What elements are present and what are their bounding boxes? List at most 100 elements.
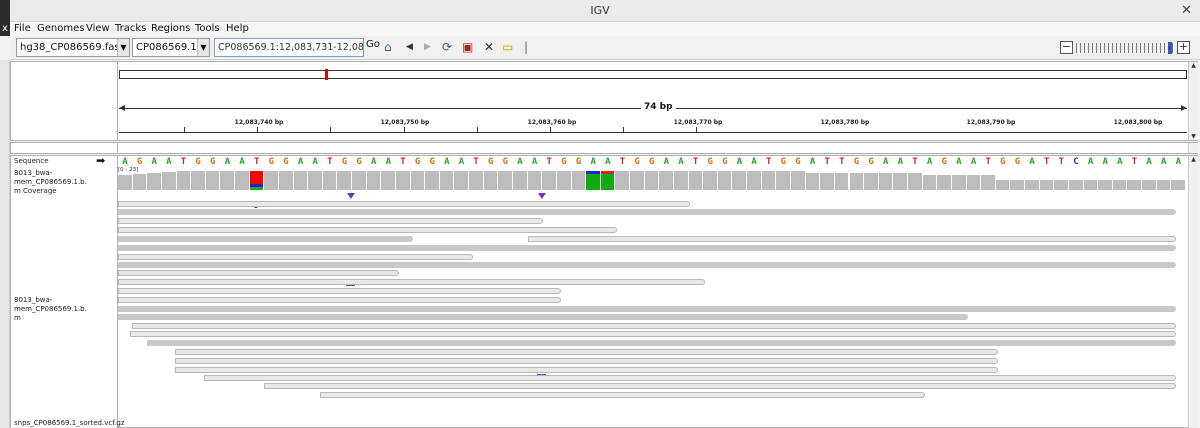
alignment-read[interactable] bbox=[118, 218, 543, 224]
coverage-bar[interactable] bbox=[337, 171, 352, 190]
menu-file[interactable]: File bbox=[14, 23, 31, 34]
coverage-bar[interactable] bbox=[981, 175, 995, 190]
coverage-bar[interactable] bbox=[1083, 180, 1098, 190]
coverage-bar[interactable] bbox=[147, 173, 161, 190]
coverage-bar[interactable] bbox=[220, 171, 235, 190]
coverage-bar[interactable] bbox=[395, 171, 410, 190]
coverage-bar[interactable] bbox=[1010, 180, 1025, 190]
vcf-track-label[interactable]: snps_CP086569.1_sorted.vcf.gz bbox=[14, 419, 125, 428]
alignment-read[interactable] bbox=[118, 227, 617, 233]
coverage-bar[interactable] bbox=[937, 175, 951, 190]
coverage-bar[interactable] bbox=[1054, 180, 1068, 190]
alignment-read[interactable] bbox=[118, 236, 413, 242]
coverage-bar[interactable] bbox=[542, 171, 556, 190]
menu-regions[interactable]: Regions bbox=[151, 23, 190, 34]
insertion-marker-icon[interactable] bbox=[538, 193, 546, 199]
coverage-bar[interactable] bbox=[1127, 180, 1142, 190]
coverage-bar[interactable] bbox=[425, 171, 439, 190]
home-icon[interactable]: ⌂ bbox=[384, 40, 392, 54]
coverage-bar[interactable] bbox=[1025, 180, 1039, 190]
strand-arrow-icon[interactable]: ➡ bbox=[96, 154, 105, 167]
coverage-bar[interactable] bbox=[264, 171, 278, 190]
coverage-bar[interactable] bbox=[966, 175, 981, 190]
coverage-bar[interactable] bbox=[1098, 180, 1112, 190]
alignment-read[interactable] bbox=[118, 288, 561, 294]
coverage-bar[interactable] bbox=[410, 171, 425, 190]
alignment-read[interactable] bbox=[118, 270, 399, 276]
alignment-read[interactable] bbox=[204, 375, 1176, 381]
coverage-bar[interactable] bbox=[454, 171, 469, 190]
coverage-bar[interactable] bbox=[352, 171, 366, 190]
alignment-read[interactable] bbox=[118, 262, 1176, 268]
coverage-bar[interactable] bbox=[1112, 180, 1127, 190]
coverage-bar[interactable] bbox=[235, 171, 249, 190]
menu-view[interactable]: View bbox=[86, 23, 110, 34]
coverage-bar[interactable] bbox=[790, 171, 805, 190]
coverage-bar[interactable] bbox=[834, 173, 849, 190]
coverage-bar[interactable] bbox=[747, 171, 761, 190]
coverage-bar[interactable] bbox=[556, 171, 571, 190]
coverage-bar[interactable] bbox=[849, 173, 864, 190]
refresh-icon[interactable]: ⟳ bbox=[442, 40, 452, 54]
forward-arrow-icon[interactable]: ▶ bbox=[424, 42, 431, 52]
alignment-read[interactable] bbox=[147, 340, 1176, 346]
alignment-read[interactable] bbox=[175, 349, 998, 355]
header-scrollbar[interactable]: ▲ ▼ bbox=[1188, 62, 1198, 140]
coverage-bar[interactable] bbox=[673, 171, 688, 190]
menu-help[interactable]: Help bbox=[226, 23, 249, 34]
alignment-read[interactable] bbox=[118, 314, 968, 320]
coverage-bar[interactable] bbox=[908, 173, 922, 190]
coverage-bar[interactable] bbox=[1068, 180, 1083, 190]
alignment-read[interactable] bbox=[175, 367, 998, 373]
zoom-thumb[interactable] bbox=[1168, 42, 1172, 54]
menu-tools[interactable]: Tools bbox=[195, 23, 220, 34]
coverage-bar[interactable] bbox=[469, 171, 483, 190]
coverage-bar[interactable] bbox=[864, 173, 878, 190]
coverage-bar[interactable] bbox=[366, 171, 381, 190]
close-icon[interactable]: ✕ bbox=[1181, 3, 1192, 18]
coverage-bar[interactable] bbox=[498, 171, 512, 190]
coverage-bar[interactable] bbox=[483, 171, 498, 190]
coverage-bar[interactable] bbox=[717, 171, 732, 190]
alignment-read[interactable] bbox=[118, 209, 1176, 215]
zoom-in-icon[interactable]: + bbox=[1177, 41, 1190, 54]
genome-dropdown[interactable]: hg38_CP086569.fasta ▼ bbox=[16, 38, 130, 57]
scroll-down-icon[interactable]: ▼ bbox=[1189, 133, 1198, 140]
coverage-bar[interactable] bbox=[703, 171, 717, 190]
coverage-bar[interactable] bbox=[659, 171, 673, 190]
coverage-bar[interactable] bbox=[191, 171, 205, 190]
coverage-bar[interactable] bbox=[293, 171, 308, 190]
alignment-read[interactable] bbox=[118, 245, 1176, 251]
go-button[interactable]: Go bbox=[366, 39, 380, 50]
coverage-bar[interactable] bbox=[322, 171, 337, 190]
chromosome-ideogram[interactable] bbox=[119, 69, 1187, 80]
alignment-read[interactable] bbox=[528, 236, 1176, 242]
locus-input[interactable]: CP086569.1:12,083,731-12,083,803 bbox=[214, 38, 364, 57]
resize-icon[interactable]: ✕ bbox=[484, 40, 494, 54]
coverage-bar[interactable] bbox=[644, 171, 659, 190]
region-navigator-icon[interactable]: ▣ bbox=[462, 40, 473, 54]
coverage-bar[interactable] bbox=[1171, 180, 1185, 190]
coverage-bar[interactable] bbox=[439, 171, 454, 190]
scroll-up-icon[interactable]: ▲ bbox=[1189, 156, 1198, 163]
coverage-bar[interactable] bbox=[571, 171, 586, 190]
coverage-bar[interactable] bbox=[820, 173, 834, 190]
ruler-icon[interactable]: | bbox=[524, 40, 528, 54]
data-scrollbar[interactable]: ▲ bbox=[1188, 156, 1198, 428]
back-arrow-icon[interactable]: ◀ bbox=[406, 42, 413, 52]
menu-genomes[interactable]: Genomes bbox=[37, 23, 84, 34]
alignment-read[interactable] bbox=[132, 323, 1176, 329]
coverage-bar[interactable] bbox=[118, 175, 132, 190]
coverage-bar[interactable] bbox=[308, 171, 322, 190]
chromosome-dropdown[interactable]: CP086569.1 ▼ bbox=[132, 38, 210, 57]
insertion-marker-icon[interactable] bbox=[347, 193, 355, 199]
alignment-read[interactable] bbox=[118, 297, 561, 303]
popup-info-icon[interactable]: ▭ bbox=[502, 40, 513, 54]
alignment-read[interactable] bbox=[118, 279, 705, 285]
coverage-bar[interactable] bbox=[132, 174, 147, 190]
coverage-bar[interactable] bbox=[776, 171, 790, 190]
zoom-out-icon[interactable]: − bbox=[1060, 41, 1073, 54]
coverage-bar[interactable] bbox=[1156, 180, 1171, 190]
coverage-bar[interactable] bbox=[205, 171, 220, 190]
coverage-bar[interactable] bbox=[761, 171, 776, 190]
